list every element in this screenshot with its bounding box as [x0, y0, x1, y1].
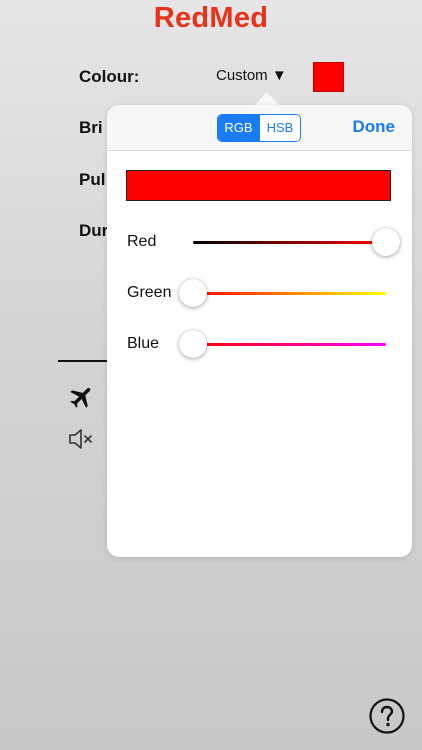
popover-header: RGB HSB Done	[107, 105, 412, 151]
duration-label: Dur	[79, 221, 109, 240]
red-slider-label: Red	[127, 233, 157, 250]
colour-label: Colour:	[79, 67, 140, 86]
color-mode-segmented-control[interactable]: RGB HSB	[217, 114, 301, 142]
app-title: RedMed	[153, 2, 269, 34]
done-button[interactable]: Done	[353, 117, 396, 137]
blue-slider-thumb[interactable]	[179, 330, 207, 358]
speaker-muted-icon[interactable]	[68, 428, 96, 450]
tab-hsb[interactable]: HSB	[259, 115, 300, 141]
colour-picker-popover: RGB HSB Done Red Green Blue	[107, 105, 412, 557]
popover-arrow	[254, 92, 280, 106]
question-mark-circle-icon[interactable]	[368, 697, 406, 735]
blue-slider-track[interactable]	[193, 343, 386, 346]
colour-swatch[interactable]	[313, 62, 344, 92]
red-slider-thumb[interactable]	[372, 228, 400, 256]
airplane-icon[interactable]	[68, 383, 96, 411]
blue-slider-label: Blue	[127, 335, 160, 352]
green-slider-thumb[interactable]	[179, 279, 207, 307]
tab-rgb[interactable]: RGB	[218, 115, 259, 141]
green-slider-track[interactable]	[193, 292, 386, 295]
pulse-label: Pul	[79, 170, 106, 189]
brightness-label: Bri	[79, 118, 103, 137]
red-slider-track[interactable]	[193, 241, 386, 244]
color-preview-swatch	[126, 170, 391, 201]
green-slider-label: Green	[127, 284, 172, 301]
colour-dropdown[interactable]: Custom ▼	[216, 67, 287, 84]
